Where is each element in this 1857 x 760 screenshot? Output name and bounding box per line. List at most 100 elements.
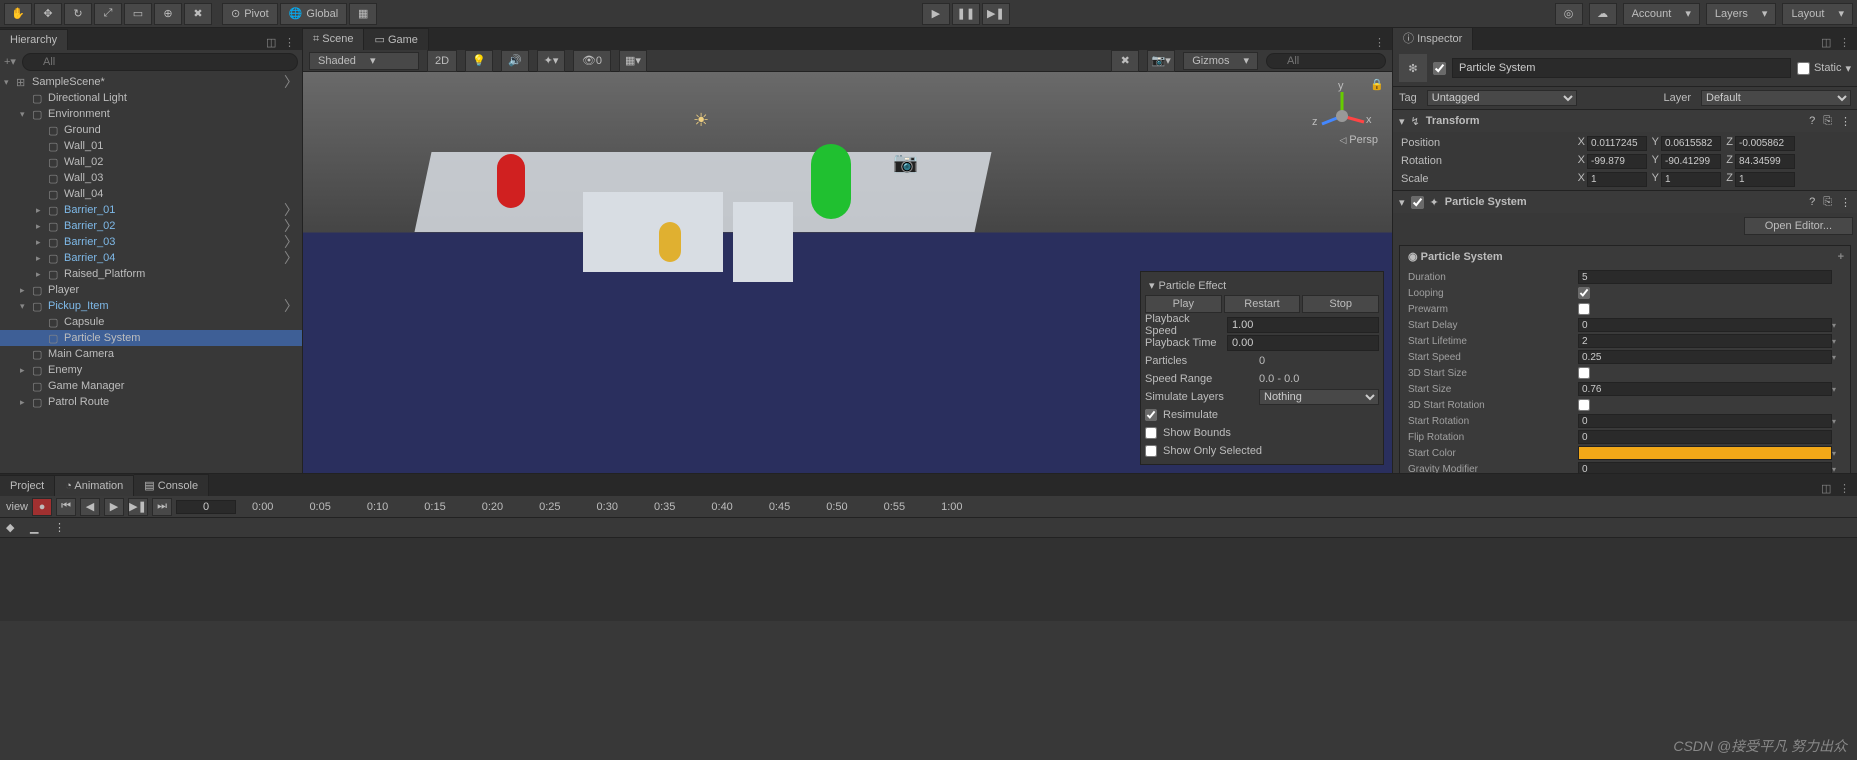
ps-prop-input[interactable] [1578, 382, 1832, 396]
ps-prop-input[interactable] [1578, 350, 1832, 364]
filter-toggle[interactable]: ⋮ [54, 521, 74, 534]
tree-row[interactable]: ▢Game Manager [0, 378, 302, 394]
caret-icon[interactable]: ▸ [36, 269, 48, 280]
lock-icon[interactable]: 🔒 [1370, 78, 1384, 91]
camera-icon[interactable]: 📷▾ [1147, 50, 1175, 72]
tree-row[interactable]: ▾▢Environment [0, 106, 302, 122]
tree-row[interactable]: ▸▢Patrol Route [0, 394, 302, 410]
global-toggle[interactable]: 🌐 Global [280, 3, 348, 25]
animation-track-area[interactable] [0, 538, 1857, 621]
ps-prop-input[interactable] [1578, 414, 1832, 428]
chevron-right-icon[interactable]: 〉 [284, 296, 298, 316]
last-frame-button[interactable]: ⏭ [152, 498, 172, 516]
ps-prop-input[interactable] [1578, 270, 1832, 284]
tree-row[interactable]: ▢Particle System [0, 330, 302, 346]
tab-hierarchy[interactable]: Hierarchy [0, 29, 68, 50]
help-icon[interactable]: ? [1809, 115, 1815, 128]
tree-row[interactable]: ▢Capsule [0, 314, 302, 330]
scale-tool[interactable]: ⤢ [94, 3, 122, 25]
ps-prop-input[interactable] [1578, 462, 1832, 473]
pos-y-input[interactable] [1661, 136, 1721, 151]
tab-project[interactable]: Project [0, 475, 55, 496]
curves-toggle[interactable]: ▁ [30, 521, 50, 534]
transform-tool[interactable]: ⊕ [154, 3, 182, 25]
menu-icon[interactable]: ⋮ [1839, 482, 1853, 496]
shaded-dropdown[interactable]: Shaded▾ [309, 52, 419, 70]
popout-icon[interactable]: ◫ [1821, 36, 1835, 50]
chevron-down-icon[interactable]: ▾ [1399, 196, 1405, 209]
menu-icon[interactable]: ⋮ [284, 36, 298, 50]
play-button[interactable]: ▶ [922, 3, 950, 25]
ps-prop-input[interactable] [1578, 430, 1832, 444]
caret-icon[interactable]: ▸ [20, 285, 32, 296]
tools-icon[interactable]: ✖ [1111, 50, 1139, 72]
caret-icon[interactable]: ▸ [20, 365, 32, 376]
audio-toggle[interactable]: 🔊 [501, 50, 529, 72]
scl-x-input[interactable] [1587, 172, 1647, 187]
ps-prop-checkbox[interactable] [1578, 367, 1590, 379]
prop-more-icon[interactable]: ▾ [1832, 321, 1842, 330]
tree-row[interactable]: ▸▢Barrier_02〉 [0, 218, 302, 234]
grid-toggle[interactable]: ▦▾ [619, 50, 647, 72]
layer-select[interactable]: Default [1701, 90, 1851, 106]
plus-icon[interactable]: +▾ [4, 55, 18, 69]
snap-toggle[interactable]: ▦ [349, 3, 377, 25]
simulate-layers-select[interactable]: Nothing [1259, 389, 1379, 405]
restart-button[interactable]: Restart [1224, 295, 1301, 313]
rotate-tool[interactable]: ↻ [64, 3, 92, 25]
caret-icon[interactable]: ▸ [36, 205, 48, 216]
scl-z-input[interactable] [1735, 172, 1795, 187]
tree-row[interactable]: ▸▢Barrier_04〉 [0, 250, 302, 266]
collab-icon[interactable]: ◎ [1555, 3, 1583, 25]
scene-search-input[interactable] [1266, 53, 1386, 69]
chevron-down-icon[interactable]: ▾ [1149, 279, 1155, 292]
play-button[interactable]: Play [1145, 295, 1222, 313]
tree-row[interactable]: ▢Wall_04 [0, 186, 302, 202]
scene-viewport[interactable]: ☀ 📷 y x z 🔒 ◁ Persp ▾Particle Effect Pla… [303, 72, 1392, 473]
playback-time-input[interactable] [1227, 335, 1379, 351]
menu-icon[interactable]: ⋮ [1840, 115, 1851, 128]
ps-prop-checkbox[interactable] [1578, 399, 1590, 411]
popout-icon[interactable]: ◫ [266, 36, 280, 50]
tree-row[interactable]: ▾⊞SampleScene*〉 [0, 74, 302, 90]
tab-inspector[interactable]: ⓘ Inspector [1393, 28, 1473, 50]
next-frame-button[interactable]: ▶❚ [128, 498, 148, 516]
caret-icon[interactable]: ▾ [20, 109, 32, 120]
gameobject-name-input[interactable] [1452, 58, 1791, 78]
caret-icon[interactable]: ▸ [36, 253, 48, 264]
step-button[interactable]: ▶❚ [982, 3, 1010, 25]
chevron-right-icon[interactable]: 〉 [284, 248, 298, 268]
tag-select[interactable]: Untagged [1427, 90, 1577, 106]
prop-more-icon[interactable]: ▾ [1832, 449, 1842, 458]
rot-z-input[interactable] [1735, 154, 1795, 169]
caret-icon[interactable]: ▸ [20, 397, 32, 408]
static-checkbox[interactable] [1797, 62, 1810, 75]
preset-icon[interactable]: ⎘ [1823, 196, 1832, 209]
prop-more-icon[interactable]: ▾ [1832, 337, 1842, 346]
light-toggle[interactable]: 💡 [465, 50, 493, 72]
pos-x-input[interactable] [1587, 136, 1647, 151]
record-button[interactable]: ● [32, 498, 52, 516]
gameobject-active-checkbox[interactable] [1433, 62, 1446, 75]
tree-row[interactable]: ▢Wall_03 [0, 170, 302, 186]
add-module-icon[interactable]: + [1838, 251, 1844, 263]
tree-row[interactable]: ▸▢Raised_Platform [0, 266, 302, 282]
rot-y-input[interactable] [1661, 154, 1721, 169]
tree-row[interactable]: ▢Main Camera [0, 346, 302, 362]
tree-row[interactable]: ▢Directional Light [0, 90, 302, 106]
caret-icon[interactable]: ▾ [20, 301, 32, 312]
pivot-toggle[interactable]: ⊙ Pivot [222, 3, 278, 25]
hierarchy-tree[interactable]: ▾⊞SampleScene*〉▢Directional Light▾▢Envir… [0, 74, 302, 473]
chevron-down-icon[interactable]: ▾ [1845, 62, 1851, 75]
tab-scene[interactable]: ⌗ Scene [303, 28, 364, 50]
custom-tool[interactable]: ✖ [184, 3, 212, 25]
prop-more-icon[interactable]: ▾ [1832, 353, 1842, 362]
prop-more-icon[interactable]: ▾ [1832, 465, 1842, 474]
persp-label[interactable]: ◁ Persp [1340, 134, 1378, 146]
play-button[interactable]: ▶ [104, 498, 124, 516]
tree-row[interactable]: ▢Wall_01 [0, 138, 302, 154]
preset-icon[interactable]: ⎘ [1823, 115, 1832, 128]
caret-icon[interactable]: ▸ [36, 221, 48, 232]
layout-dropdown[interactable]: Layout▾ [1782, 3, 1853, 25]
tree-row[interactable]: ▸▢Barrier_01〉 [0, 202, 302, 218]
